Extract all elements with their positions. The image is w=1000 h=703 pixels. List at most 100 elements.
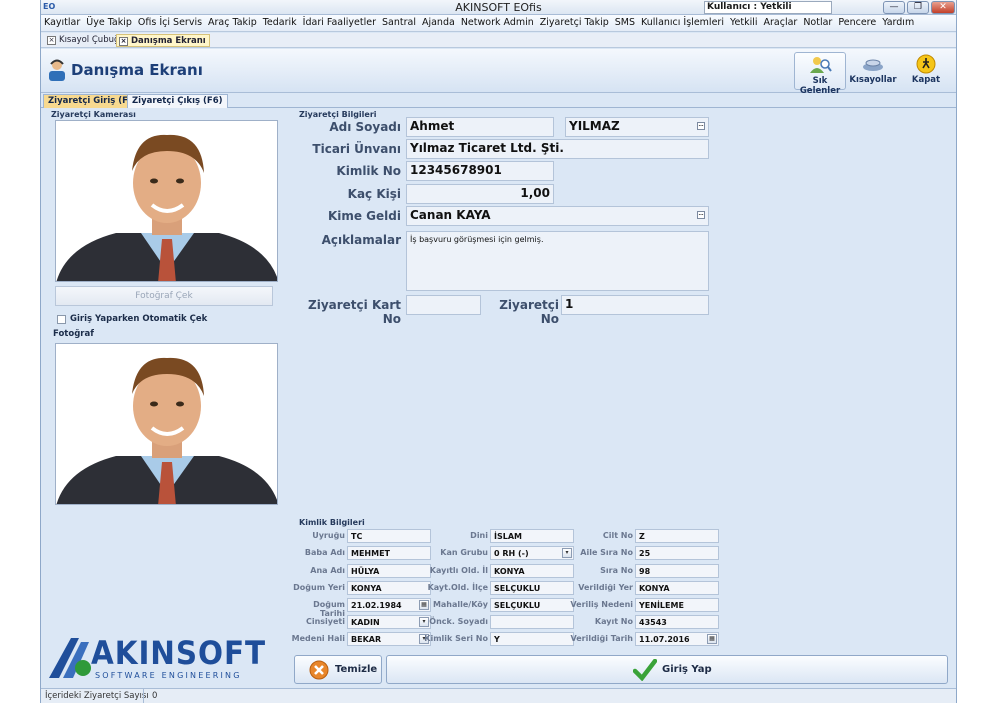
menu-arac-takip[interactable]: Araç Takip: [205, 15, 260, 31]
close-tab-icon[interactable]: ×: [47, 36, 56, 45]
shortcuts-label: Kısayollar: [849, 75, 897, 85]
menu-santral[interactable]: Santral: [379, 15, 419, 31]
registered-province-field[interactable]: KONYA: [490, 564, 574, 578]
gender-select[interactable]: KADIN ▾: [347, 615, 431, 629]
issue-date-label: Verildiği Tarih: [570, 634, 633, 643]
calendar-icon[interactable]: ▦: [707, 634, 717, 644]
blood-type-value: 0 RH (-): [494, 549, 529, 558]
issue-reason-label: Veriliş Nedeni: [570, 600, 633, 609]
submit-entry-button[interactable]: Giriş Yap: [386, 655, 948, 684]
nationality-label: Uyruğu: [312, 531, 345, 540]
exit-label: Kapat: [911, 75, 941, 85]
camera-preview: [55, 120, 278, 282]
birthplace-label: Doğum Yeri: [293, 583, 345, 592]
first-name-field[interactable]: Ahmet: [406, 117, 554, 137]
camera-person-image: [56, 121, 277, 281]
restore-button[interactable]: ❐: [907, 1, 929, 14]
close-window-button[interactable]: ✕: [931, 1, 955, 14]
menu-network-admin[interactable]: Network Admin: [458, 15, 537, 31]
birthdate-field[interactable]: 21.02.1984 ▦: [347, 598, 431, 612]
menu-ziyaretci-takip[interactable]: Ziyaretçi Takip: [537, 15, 612, 31]
blood-type-select[interactable]: 0 RH (-) ▾: [490, 546, 574, 560]
doc-tab-label: Danışma Ekranı: [131, 36, 206, 46]
visitor-number-label: Ziyaretçi No: [499, 298, 559, 326]
menu-yardim[interactable]: Yardım: [879, 15, 917, 31]
menu-ajanda[interactable]: Ajanda: [419, 15, 458, 31]
company-field[interactable]: Yılmaz Ticaret Ltd. Şti.: [406, 139, 709, 159]
menu-uye-takip[interactable]: Üye Takip: [83, 15, 135, 31]
clear-button[interactable]: Temizle: [294, 655, 382, 684]
menu-kullanici-islemleri[interactable]: Kullanıcı İşlemleri: [638, 15, 727, 31]
previous-surname-field[interactable]: [490, 615, 574, 629]
menu-pencere[interactable]: Pencere: [835, 15, 879, 31]
religion-field[interactable]: İSLAM: [490, 529, 574, 543]
registered-province-label: Kayıtlı Old. İl: [429, 566, 488, 575]
mother-name-field[interactable]: HÜLYA: [347, 564, 431, 578]
auto-capture-label: Giriş Yaparken Otomatik Çek: [70, 314, 208, 324]
host-label: Kime Geldi: [327, 209, 401, 223]
identity-group-title: Kimlik Bilgileri: [299, 518, 365, 527]
issue-reason-field[interactable]: YENİLEME: [635, 598, 719, 612]
page-tabs: Ziyaretçi Giriş (F5) Ziyaretçi Çıkış (F6…: [41, 94, 956, 108]
registered-district-label: Kayt.Old. İlçe: [427, 583, 488, 592]
photo-title: Fotoğraf: [53, 329, 94, 339]
last-name-value: YILMAZ: [569, 119, 620, 133]
neighborhood-field[interactable]: SELÇUKLU: [490, 598, 574, 612]
receptionist-icon: [49, 59, 65, 81]
host-value: Canan KAYA: [410, 208, 491, 222]
menu-notlar[interactable]: Notlar: [800, 15, 835, 31]
menu-yetkili[interactable]: Yetkili: [727, 15, 761, 31]
menu-idari-faaliyetler[interactable]: İdari Faaliyetler: [300, 15, 379, 31]
menu-ofis-ici-servis[interactable]: Ofis İçi Servis: [135, 15, 205, 31]
submit-entry-label: Giriş Yap: [662, 664, 712, 675]
host-field[interactable]: Canan KAYA …: [406, 206, 709, 226]
frequent-visitors-button[interactable]: Sık Gelenler: [794, 52, 846, 96]
record-number-field[interactable]: 43543: [635, 615, 719, 629]
mother-name-label: Ana Adı: [310, 566, 345, 575]
father-name-field[interactable]: MEHMET: [347, 546, 431, 560]
registered-district-field[interactable]: SELÇUKLU: [490, 581, 574, 595]
menu-sms[interactable]: SMS: [612, 15, 638, 31]
card-number-field[interactable]: [406, 295, 481, 315]
record-number-label: Kayıt No: [594, 617, 633, 626]
camera-group-title: Ziyaretçi Kamerası: [51, 110, 136, 119]
doc-tab-reception[interactable]: × Danışma Ekranı: [116, 34, 210, 47]
marital-status-select[interactable]: BEKAR ▾: [347, 632, 431, 646]
issue-date-field[interactable]: 11.07.2016 ▦: [635, 632, 719, 646]
lookup-icon[interactable]: …: [697, 122, 705, 130]
issue-place-field[interactable]: KONYA: [635, 581, 719, 595]
last-name-field[interactable]: YILMAZ …: [565, 117, 709, 137]
birthplace-field[interactable]: KONYA: [347, 581, 431, 595]
exit-button[interactable]: Kapat: [900, 52, 952, 90]
auto-capture-checkbox[interactable]: [57, 315, 66, 324]
visitor-number-field[interactable]: 1: [561, 295, 709, 315]
exit-icon: [916, 54, 936, 74]
order-number-field[interactable]: 98: [635, 564, 719, 578]
family-order-field[interactable]: 25: [635, 546, 719, 560]
volume-number-field[interactable]: Z: [635, 529, 719, 543]
status-bar: İçerideki Ziyaretçi Sayısı 0: [41, 688, 956, 703]
menu-araclar[interactable]: Araçlar: [761, 15, 801, 31]
shortcuts-button[interactable]: Kısayollar: [847, 52, 899, 90]
menu-tedarik[interactable]: Tedarik: [260, 15, 300, 31]
id-serial-label: Kimlik Seri No: [424, 634, 488, 643]
issue-place-label: Verildiği Yer: [578, 583, 633, 592]
nationality-field[interactable]: TC: [347, 529, 431, 543]
take-photo-button[interactable]: Fotoğraf Çek: [55, 286, 273, 306]
close-tab-icon[interactable]: ×: [119, 37, 128, 46]
id-number-field[interactable]: 12345678901: [406, 161, 554, 181]
checkmark-icon: [633, 659, 657, 681]
clear-label: Temizle: [335, 664, 378, 675]
frequent-visitors-icon: [810, 57, 832, 73]
notes-textarea[interactable]: İş başvuru görüşmesi için gelmiş.: [406, 231, 709, 291]
lookup-icon[interactable]: …: [697, 211, 705, 219]
menu-kayitlar[interactable]: Kayıtlar: [41, 15, 83, 31]
shortcuts-icon: [863, 59, 883, 71]
minimize-button[interactable]: —: [883, 1, 905, 14]
akinsoft-logo-mark-icon: [49, 638, 91, 678]
card-number-label: Ziyaretçi Kart No: [308, 298, 401, 326]
tab-visitor-exit[interactable]: Ziyaretçi Çıkış (F6): [127, 94, 228, 108]
id-serial-field[interactable]: Y: [490, 632, 574, 646]
visitor-count-field[interactable]: 1,00: [406, 184, 554, 204]
company-label: Ticari Ünvanı: [312, 142, 401, 156]
